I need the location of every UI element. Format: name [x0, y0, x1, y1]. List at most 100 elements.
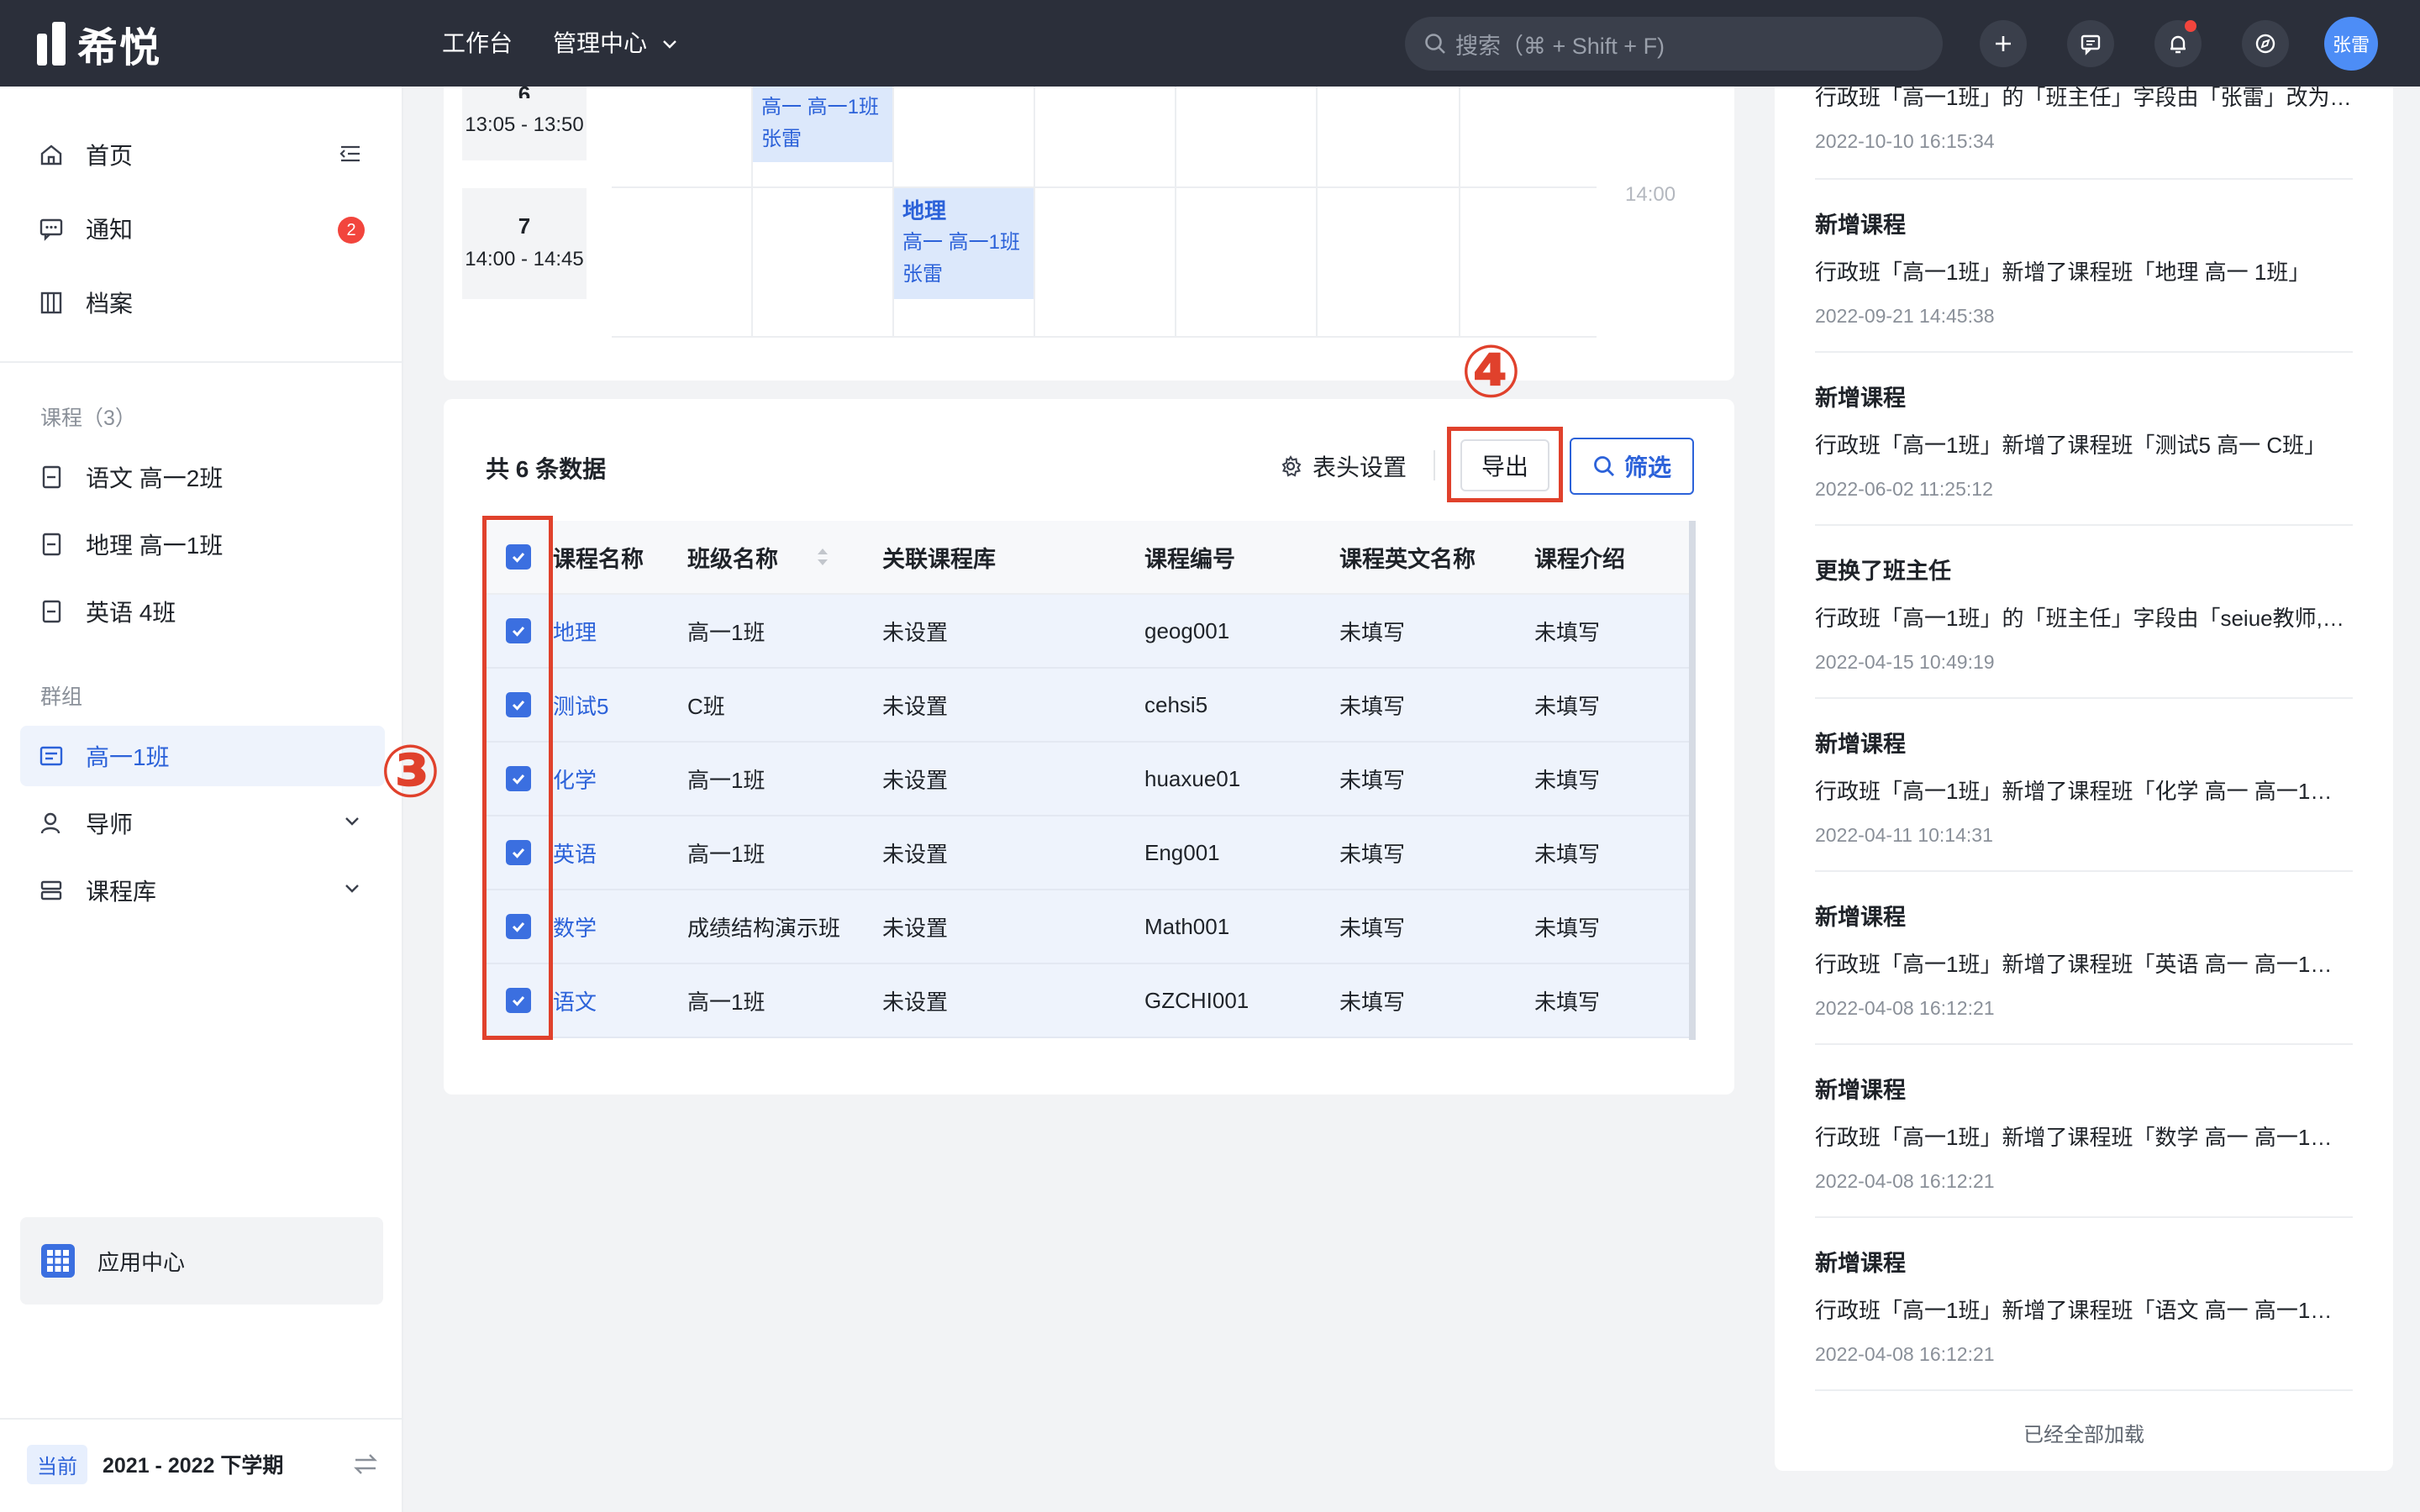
- app-logo[interactable]: 希悦: [37, 20, 161, 71]
- course-intro: 未填写: [1534, 841, 1601, 867]
- home-icon: [40, 144, 62, 165]
- activity-divider: [1815, 1389, 2353, 1391]
- sidebar-item-course[interactable]: 英语 4班: [20, 581, 385, 642]
- add-button[interactable]: [1980, 20, 2027, 67]
- plus-icon: [1996, 36, 2011, 51]
- column-header: 关联课程库: [882, 546, 996, 572]
- lesson-block[interactable]: 高一 高一1班 张雷: [753, 87, 892, 162]
- class-card-icon: [39, 746, 63, 766]
- library-icon: [40, 880, 62, 900]
- table-row[interactable]: 语文 高一1班 未设置 GZCHI001 未填写 未填写: [484, 964, 1694, 1038]
- search-icon: [1594, 456, 1614, 476]
- notification-dot: [2185, 20, 2196, 32]
- sidebar-item-label: 地理 高一1班: [86, 533, 224, 559]
- lesson-teacher: 张雷: [902, 263, 943, 286]
- compass-icon: [2255, 34, 2275, 54]
- activity-title: 更换了班主任: [1815, 559, 1951, 584]
- course-name-link[interactable]: 数学: [553, 911, 687, 942]
- sidebar-item-label: 档案: [86, 291, 134, 317]
- course-library: 未设置: [882, 619, 949, 645]
- course-name-link[interactable]: 地理: [553, 616, 687, 647]
- app-center-button[interactable]: 应用中心: [20, 1217, 383, 1305]
- column-header: 课程名称: [553, 546, 644, 572]
- table-row[interactable]: 测试5 C班 未设置 cehsi5 未填写 未填写: [484, 669, 1694, 743]
- course-code: geog001: [1144, 617, 1230, 643]
- grid-line: [1459, 87, 1460, 337]
- course-code: Math001: [1144, 913, 1230, 939]
- course-book-icon: [42, 600, 61, 623]
- sidebar-item-course[interactable]: 地理 高一1班: [20, 514, 385, 575]
- sidebar-item-class-group[interactable]: 高一1班: [20, 726, 385, 786]
- activity-item: 新增课程 行政班「高一1班」新增了课程班「数学 高一 高一1… 2022-04-…: [1815, 1072, 2353, 1193]
- course-book-icon: [42, 465, 61, 489]
- activity-time: 2022-10-10 16:15:34: [1815, 130, 1995, 152]
- course-library: 未设置: [882, 989, 949, 1015]
- sidebar-item-label: 课程库: [86, 879, 157, 905]
- class-name: C班: [687, 693, 725, 719]
- sidebar-item-archive[interactable]: 档案: [20, 272, 385, 333]
- filter-button[interactable]: 筛选: [1570, 438, 1694, 495]
- notification-button[interactable]: [2154, 20, 2202, 67]
- groups-section-title: 群组: [40, 685, 83, 709]
- app-grid-icon: [41, 1244, 75, 1278]
- activity-time: 2022-04-08 16:12:21: [1815, 1343, 1995, 1365]
- help-button[interactable]: [2242, 20, 2289, 67]
- course-name-link[interactable]: 语文: [553, 985, 687, 1016]
- search-input[interactable]: 搜索（⌘ + Shift + F): [1405, 17, 1943, 71]
- table-row[interactable]: 化学 高一1班 未设置 huaxue01 未填写 未填写: [484, 743, 1694, 816]
- activity-desc: 行政班「高一1班」的「班主任」字段由「seiue教师,…: [1815, 606, 2344, 631]
- course-name-link[interactable]: 英语: [553, 837, 687, 869]
- course-intro: 未填写: [1534, 767, 1601, 793]
- activity-item: 新增课程 行政班「高一1班」新增了课程班「地理 高一 1班」 2022-09-2…: [1815, 207, 2353, 328]
- table-row[interactable]: 数学 成绩结构演示班 未设置 Math001 未填写 未填写: [484, 890, 1694, 964]
- period-number: 6: [518, 81, 531, 98]
- period-time: 13:05 - 13:50: [465, 113, 584, 136]
- activity-divider: [1815, 524, 2353, 526]
- activity-title: 新增课程: [1815, 213, 1906, 238]
- collapse-menu-icon[interactable]: [338, 141, 363, 166]
- sidebar-item-course-library[interactable]: 课程库: [20, 860, 385, 921]
- column-header-sortable[interactable]: 班级名称: [687, 541, 882, 574]
- nav-workbench[interactable]: 工作台: [442, 25, 513, 62]
- column-settings-button[interactable]: 表头设置: [1279, 449, 1407, 483]
- sidebar-item-home[interactable]: 首页: [20, 124, 385, 185]
- course-name-link[interactable]: 测试5: [553, 690, 687, 721]
- logo-icon: [37, 22, 66, 66]
- class-name: 高一1班: [687, 767, 765, 793]
- sort-icon[interactable]: [815, 544, 830, 570]
- message-icon: [39, 218, 63, 241]
- course-code: GZCHI001: [1144, 987, 1249, 1013]
- activity-divider: [1815, 178, 2353, 180]
- all-loaded-text: 已经全部加载: [2023, 1424, 2144, 1446]
- chevron-down-icon: [663, 40, 676, 49]
- course-english-name: 未填写: [1339, 693, 1406, 719]
- bell-icon: [2170, 35, 2186, 54]
- course-library: 未设置: [882, 693, 949, 719]
- course-library: 未设置: [882, 767, 949, 793]
- chat-button[interactable]: [2067, 20, 2114, 67]
- gear-icon: [1281, 454, 1302, 477]
- sidebar-item-course[interactable]: 语文 高一2班: [20, 447, 385, 507]
- avatar[interactable]: 张雷: [2324, 17, 2378, 71]
- period-number: 7: [518, 213, 531, 239]
- course-name-link[interactable]: 化学: [553, 764, 687, 795]
- archive-icon: [40, 291, 62, 314]
- lesson-block-geography[interactable]: 地理 高一 高一1班 张雷: [894, 188, 1034, 299]
- app-center-label: 应用中心: [97, 1249, 186, 1275]
- term-selector[interactable]: 当前 2021 - 2022 下学期: [27, 1443, 380, 1485]
- class-name: 高一1班: [687, 989, 765, 1015]
- sidebar-item-mentor[interactable]: 导师: [20, 793, 385, 853]
- course-english-name: 未填写: [1339, 619, 1406, 645]
- activity-desc: 行政班「高一1班」新增了课程班「数学 高一 高一1…: [1815, 1125, 2333, 1150]
- switch-icon[interactable]: [351, 1450, 380, 1478]
- sidebar-item-notice[interactable]: 通知 2: [20, 198, 385, 259]
- course-intro: 未填写: [1534, 619, 1601, 645]
- activity-divider: [1815, 697, 2353, 699]
- nav-admin-center[interactable]: 管理中心: [553, 25, 679, 62]
- activity-time: 2022-04-08 16:12:21: [1815, 997, 1995, 1019]
- table-row[interactable]: 英语 高一1班 未设置 Eng001 未填写 未填写: [484, 816, 1694, 890]
- table-row[interactable]: 地理 高一1班 未设置 geog001 未填写 未填写: [484, 595, 1694, 669]
- course-code: Eng001: [1144, 839, 1220, 865]
- period-time: 14:00 - 14:45: [465, 248, 584, 270]
- activity-time: 2022-04-15 10:49:19: [1815, 651, 1995, 673]
